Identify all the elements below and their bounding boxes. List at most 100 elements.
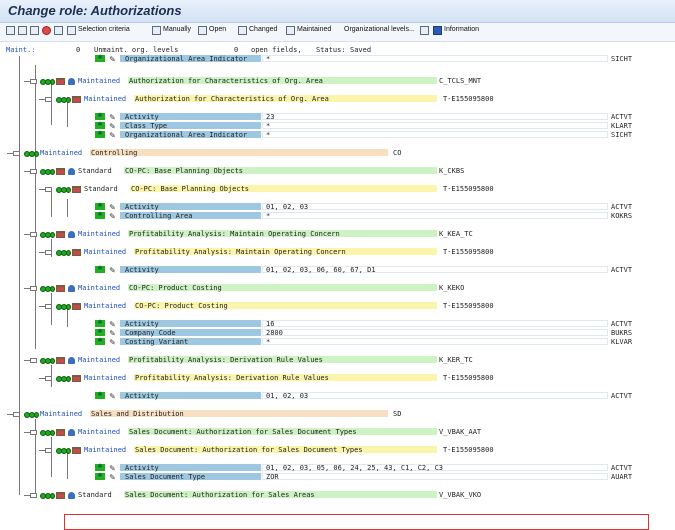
field-value[interactable]: * (266, 131, 270, 140)
field-value[interactable]: 01, 02, 03, 06, 60, 67, D1 (266, 266, 376, 275)
pencil-icon[interactable]: ✎ (108, 464, 117, 473)
pencil-icon[interactable]: ✎ (108, 266, 117, 275)
field-value-bar[interactable] (262, 338, 608, 345)
manual-icon[interactable] (152, 26, 161, 35)
authorization-row[interactable]: Standard CO-PC: Base Planning Objects T-E1… (0, 185, 675, 194)
pencil-icon[interactable]: ✎ (108, 113, 117, 122)
collapse-icon[interactable] (18, 26, 27, 35)
field-value[interactable]: 16 (266, 320, 274, 329)
authorization-row[interactable]: Maintained CO-PC: Product Costing T-E15509… (0, 302, 675, 311)
field-row[interactable]: ✱ ✎ Activity 01, 02, 03 ACTVT (0, 392, 675, 401)
authorization-row[interactable]: Maintained Authorization for Characterist… (0, 95, 675, 104)
pencil-icon[interactable]: ✎ (108, 131, 117, 140)
collapse-toggle-icon[interactable] (30, 169, 37, 174)
collapse-toggle-icon[interactable] (45, 250, 52, 255)
field-value[interactable]: * (266, 212, 270, 221)
field-value[interactable]: 01, 02, 03 (266, 203, 308, 212)
class-row[interactable]: Maintained Controlling CO (0, 149, 675, 158)
selection-criteria-button[interactable]: Selection criteria (78, 26, 130, 33)
maintained-marker: ✱ (95, 131, 105, 138)
field-value[interactable]: 2800 (266, 329, 283, 338)
field-value[interactable]: 01, 02, 03 (266, 392, 308, 401)
pencil-icon[interactable]: ✎ (108, 203, 117, 212)
maintained-button[interactable]: Maintained (297, 26, 331, 33)
field-row[interactable]: ✱ ✎ Activity 01, 02, 03 ACTVT (0, 203, 675, 212)
field-value-bar[interactable] (262, 392, 608, 399)
selection-icon[interactable] (67, 26, 76, 35)
collapse-toggle-icon[interactable] (30, 430, 37, 435)
collapse-toggle-icon[interactable] (45, 304, 52, 309)
field-row[interactable]: ✱ ✎ Activity 01, 02, 03, 06, 60, 67, D1 ACTV… (0, 266, 675, 275)
object-row[interactable]: Maintained Sales Document: Authorization … (0, 428, 675, 437)
manually-button[interactable]: Manually (163, 26, 191, 33)
collapse-toggle-icon[interactable] (45, 187, 52, 192)
field-row[interactable]: ✱ ✎ Organizational Area Indicator * SICHT (0, 131, 675, 140)
authorization-row[interactable]: Maintained Profitability Analysis: Mainta… (0, 248, 675, 257)
field-value[interactable]: 01, 02, 03, 05, 06, 24, 25, 43, C1, C2, … (266, 464, 443, 473)
authorization-row[interactable]: Maintained Profitability Analysis: Deriva… (0, 374, 675, 383)
collapse-toggle-icon[interactable] (30, 79, 37, 84)
field-value-bar[interactable] (262, 473, 608, 480)
changed-icon[interactable] (238, 26, 247, 35)
stop-icon[interactable] (42, 26, 51, 35)
field-value[interactable]: 23 (266, 113, 274, 122)
collapse-toggle-icon[interactable] (45, 376, 52, 381)
collapse-toggle-icon[interactable] (45, 97, 52, 102)
field-value-bar[interactable] (262, 122, 608, 129)
field-row[interactable]: ✱ ✎ Organizational Area Indicator * SICHT (0, 55, 675, 64)
collapse-toggle-icon[interactable] (13, 151, 20, 156)
pencil-icon[interactable]: ✎ (108, 329, 117, 338)
field-value[interactable]: * (266, 122, 270, 131)
field-value-bar[interactable] (262, 131, 608, 138)
pencil-icon[interactable]: ✎ (108, 122, 117, 131)
information-button[interactable]: Information (444, 26, 479, 33)
save-icon[interactable] (30, 26, 39, 35)
field-value-bar[interactable] (262, 55, 608, 62)
field-value-bar[interactable] (262, 329, 608, 336)
authorization-row[interactable]: Maintained Sales Document: Authorization … (0, 446, 675, 455)
field-row[interactable]: ✱ ✎ Activity 16 ACTVT (0, 320, 675, 329)
pencil-icon[interactable]: ✎ (108, 320, 117, 329)
expand-icon[interactable] (6, 26, 15, 35)
field-row[interactable]: ✱ ✎ Costing Variant * KLVAR (0, 338, 675, 347)
field-value-bar[interactable] (262, 320, 608, 327)
object-row[interactable]: Standard Sales Document: Authorization fo… (0, 491, 675, 500)
changed-button[interactable]: Changed (249, 26, 277, 33)
pencil-icon[interactable]: ✎ (108, 212, 117, 221)
table-icon[interactable] (420, 26, 429, 35)
open-button[interactable]: Open (209, 26, 226, 33)
field-value-bar[interactable] (262, 203, 608, 210)
collapse-toggle-icon[interactable] (45, 448, 52, 453)
collapse-toggle-icon[interactable] (30, 286, 37, 291)
field-value-bar[interactable] (262, 113, 608, 120)
pencil-icon[interactable]: ✎ (108, 473, 117, 482)
field-row[interactable]: ✱ ✎ Activity 23 ACTVT (0, 113, 675, 122)
object-row[interactable]: Maintained CO-PC: Product Costing K_KEKO (0, 284, 675, 293)
field-row[interactable]: ✱ ✎ Sales Document Type ZOR AUART (0, 473, 675, 482)
delete-icon[interactable] (54, 26, 63, 35)
field-row[interactable]: ✱ ✎ Class Type * KLART (0, 122, 675, 131)
collapse-toggle-icon[interactable] (30, 358, 37, 363)
field-value[interactable]: * (266, 55, 270, 64)
maintained-icon[interactable] (286, 26, 295, 35)
organizational-levels-button[interactable]: Organizational levels... (344, 26, 415, 33)
collapse-toggle-icon[interactable] (13, 412, 20, 417)
collapse-toggle-icon[interactable] (30, 493, 37, 498)
field-value-bar[interactable] (262, 212, 608, 219)
collapse-toggle-icon[interactable] (30, 232, 37, 237)
pencil-icon[interactable]: ✎ (108, 392, 117, 401)
field-row[interactable]: ✱ ✎ Company Code 2800 BUKRS (0, 329, 675, 338)
object-row[interactable]: Maintained Profitability Analysis: Deriva… (0, 356, 675, 365)
field-row[interactable]: ✱ ✎ Activity 01, 02, 03, 05, 06, 24, 25, 43… (0, 464, 675, 473)
object-row[interactable]: Standard CO-PC: Base Planning Objects K_CK… (0, 167, 675, 176)
pencil-icon[interactable]: ✎ (108, 338, 117, 347)
class-row[interactable]: Maintained Sales and Distribution SD (0, 410, 675, 419)
pencil-icon[interactable]: ✎ (108, 55, 117, 64)
open-icon[interactable] (198, 26, 207, 35)
field-value[interactable]: ZOR (266, 473, 279, 482)
object-row[interactable]: Maintained Authorization for Characterist… (0, 77, 675, 86)
field-value[interactable]: * (266, 338, 270, 347)
field-row[interactable]: ✱ ✎ Controlling Area * KOKRS (0, 212, 675, 221)
info-icon[interactable] (433, 26, 442, 35)
object-row[interactable]: Maintained Profitability Analysis: Mainta… (0, 230, 675, 239)
